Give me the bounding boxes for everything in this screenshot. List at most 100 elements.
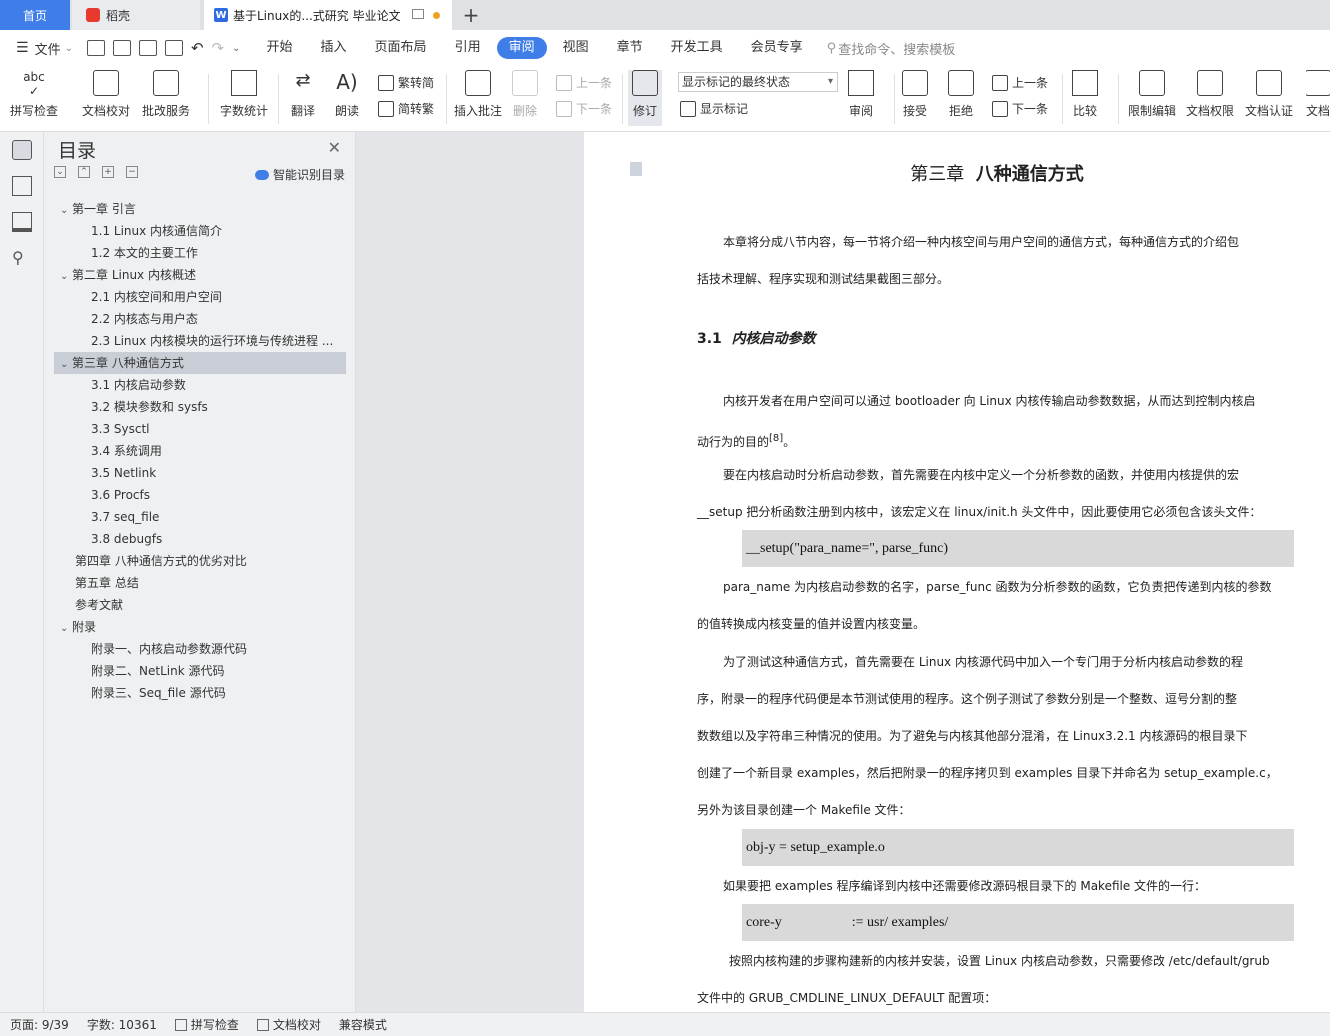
chapter-nav-icon[interactable] <box>12 176 32 196</box>
chevron-down-icon[interactable]: ⌄ <box>60 200 72 220</box>
toc-panel-icon[interactable] <box>12 140 32 160</box>
next-change-button[interactable]: 下一条 <box>992 100 1048 117</box>
toc-item[interactable]: 附录一、内核启动参数源代码 <box>54 638 346 660</box>
code-block: core-y := usr/ examples/ <box>742 904 1294 941</box>
code-text: obj-y = setup_example.o <box>746 840 885 855</box>
menu-section[interactable]: 章节 <box>605 37 655 59</box>
trad-to-simp-button[interactable]: 繁转简 <box>378 74 434 91</box>
document-page[interactable]: 第三章 八种通信方式 本章将分成八节内容，每一节将介绍一种内核空间与用户空间的通… <box>584 132 1330 1012</box>
menu-start[interactable]: 开始 <box>255 37 305 59</box>
toc-item[interactable]: 3.2 模块参数和 sysfs <box>54 396 346 418</box>
menu-page-layout[interactable]: 页面布局 <box>363 37 439 59</box>
toc-item[interactable]: 2.3 Linux 内核模块的运行环境与传统进程 ... <box>54 330 346 352</box>
insert-comment-button[interactable]: 插入批注 <box>454 70 502 126</box>
file-menu[interactable]: 文件 <box>35 39 61 58</box>
menu-references[interactable]: 引用 <box>443 37 493 59</box>
expand-all-icon[interactable]: ⌄ <box>54 166 66 178</box>
menu-insert[interactable]: 插入 <box>309 37 359 59</box>
simp-to-trad-button[interactable]: 简转繁 <box>378 100 434 117</box>
next-comment-button[interactable]: 下一条 <box>556 100 612 117</box>
print-icon[interactable] <box>138 40 157 56</box>
restrict-edit-button[interactable]: 限制编辑 <box>1128 70 1176 126</box>
tab-document[interactable]: W 基于Linux的...式研究 毕业论文 <box>204 0 452 30</box>
status-spell-label: 拼写检查 <box>190 1018 239 1032</box>
page-indicator[interactable]: 页面: 9/39 <box>10 1016 69 1033</box>
review-pane-button[interactable]: 审阅 <box>848 70 874 126</box>
toc-item[interactable]: 3.7 seq_file <box>54 506 346 528</box>
spell-check-button[interactable]: abc ✓ 拼写检查 <box>10 70 58 126</box>
word-count-indicator[interactable]: 字数: 10361 <box>87 1016 157 1033</box>
command-search[interactable]: 查找命令、搜索模板 <box>838 39 955 58</box>
track-changes-button[interactable]: 修订 <box>628 70 662 126</box>
chevron-down-icon[interactable]: ⌄ <box>60 354 72 374</box>
collapse-all-icon[interactable]: ⌃ <box>78 166 90 178</box>
citation[interactable]: [8] <box>769 433 783 444</box>
toc-item[interactable]: 3.8 debugfs <box>54 528 346 550</box>
annotation-service-button[interactable]: 批改服务 <box>142 70 190 126</box>
bookmark-icon[interactable] <box>12 212 32 232</box>
prev-comment-button[interactable]: 上一条 <box>556 74 612 91</box>
chevron-down-icon[interactable]: ⌄ <box>60 618 72 638</box>
prev-change-button[interactable]: 上一条 <box>992 74 1048 91</box>
quick-access-more-icon[interactable]: ⌄ <box>232 43 240 54</box>
undo-icon[interactable]: ↶ <box>191 39 204 57</box>
lock-icon <box>1139 70 1165 96</box>
toc-item-label: 第五章 总结 <box>75 576 139 590</box>
export-pdf-icon[interactable] <box>112 40 131 56</box>
toc-item[interactable]: 附录二、NetLink 源代码 <box>54 660 346 682</box>
toc-item[interactable]: 附录三、Seq_file 源代码 <box>54 682 346 704</box>
toc-item[interactable]: 第四章 八种通信方式的优劣对比 <box>54 550 346 572</box>
delete-comment-button[interactable]: 删除 <box>512 70 538 126</box>
toc-item[interactable]: 2.1 内核空间和用户空间 <box>54 286 346 308</box>
doc-permission-button[interactable]: 文档权限 <box>1186 70 1234 126</box>
toc-item[interactable]: 3.6 Procfs <box>54 484 346 506</box>
search-icon[interactable]: ⚲ <box>12 248 32 268</box>
chevron-down-icon[interactable]: ⌄ <box>65 43 73 54</box>
toc-item[interactable]: 3.3 Sysctl <box>54 418 346 440</box>
status-spell-check[interactable]: 拼写检查 <box>174 1016 239 1033</box>
menu-developer[interactable]: 开发工具 <box>659 37 735 59</box>
toc-item[interactable]: 1.2 本文的主要工作 <box>54 242 346 264</box>
toc-item[interactable]: 第五章 总结 <box>54 572 346 594</box>
toc-item[interactable]: 3.5 Netlink <box>54 462 346 484</box>
doc-proof-button[interactable]: 文档校对 <box>82 70 130 126</box>
hamburger-icon[interactable]: ☰ <box>16 40 29 56</box>
toc-item[interactable]: ⌄ 第一章 引言 <box>54 198 346 220</box>
toc-item[interactable]: ⌄ 附录 <box>54 616 346 638</box>
toc-item[interactable]: ⌄ 第三章 八种通信方式 <box>54 352 346 374</box>
show-markup-button[interactable]: 显示标记 <box>680 100 748 117</box>
close-icon[interactable]: ✕ <box>328 138 341 157</box>
status-doc-proof[interactable]: 文档校对 <box>256 1016 321 1033</box>
tab-daoke[interactable]: 稻壳 <box>72 0 200 30</box>
toc-item[interactable]: 参考文献 <box>54 594 346 616</box>
menu-member[interactable]: 会员专享 <box>739 37 815 59</box>
markup-state-select[interactable]: 显示标记的最终状态 <box>678 72 838 92</box>
print-preview-icon[interactable] <box>164 40 183 56</box>
toc-item[interactable]: 3.4 系统调用 <box>54 440 346 462</box>
toc-item[interactable]: ⌄ 第二章 Linux 内核概述 <box>54 264 346 286</box>
toc-item[interactable]: 2.2 内核态与用户态 <box>54 308 346 330</box>
read-aloud-button[interactable]: A) 朗读 <box>334 70 360 126</box>
smart-toc-button[interactable]: 智能识别目录 <box>254 166 345 183</box>
toc-item[interactable]: 3.1 内核启动参数 <box>54 374 346 396</box>
compare-button[interactable]: 比较 <box>1072 70 1098 126</box>
doc-more-button[interactable]: 文档 <box>1306 70 1330 126</box>
new-tab-button[interactable]: + <box>458 0 484 30</box>
toc-item-label: 第二章 Linux 内核概述 <box>72 268 196 282</box>
toc-item-label: 2.3 Linux 内核模块的运行环境与传统进程 ... <box>91 334 334 348</box>
translate-button[interactable]: ⇄ 翻译 <box>290 70 316 126</box>
save-icon[interactable] <box>86 40 105 56</box>
menu-review[interactable]: 审阅 <box>496 37 547 59</box>
chevron-down-icon[interactable]: ⌄ <box>60 266 72 286</box>
word-count-button[interactable]: 字数统计 <box>220 70 268 126</box>
accept-button[interactable]: 接受 <box>902 70 928 126</box>
tab-home[interactable]: 首页 <box>0 0 70 30</box>
redo-icon[interactable]: ↷ <box>212 39 225 57</box>
window-icon[interactable] <box>412 9 424 19</box>
reject-button[interactable]: 拒绝 <box>948 70 974 126</box>
add-heading-icon[interactable]: + <box>102 166 114 178</box>
remove-heading-icon[interactable]: − <box>126 166 138 178</box>
toc-item[interactable]: 1.1 Linux 内核通信简介 <box>54 220 346 242</box>
menu-view[interactable]: 视图 <box>551 37 601 59</box>
doc-cert-button[interactable]: 文档认证 <box>1245 70 1293 126</box>
